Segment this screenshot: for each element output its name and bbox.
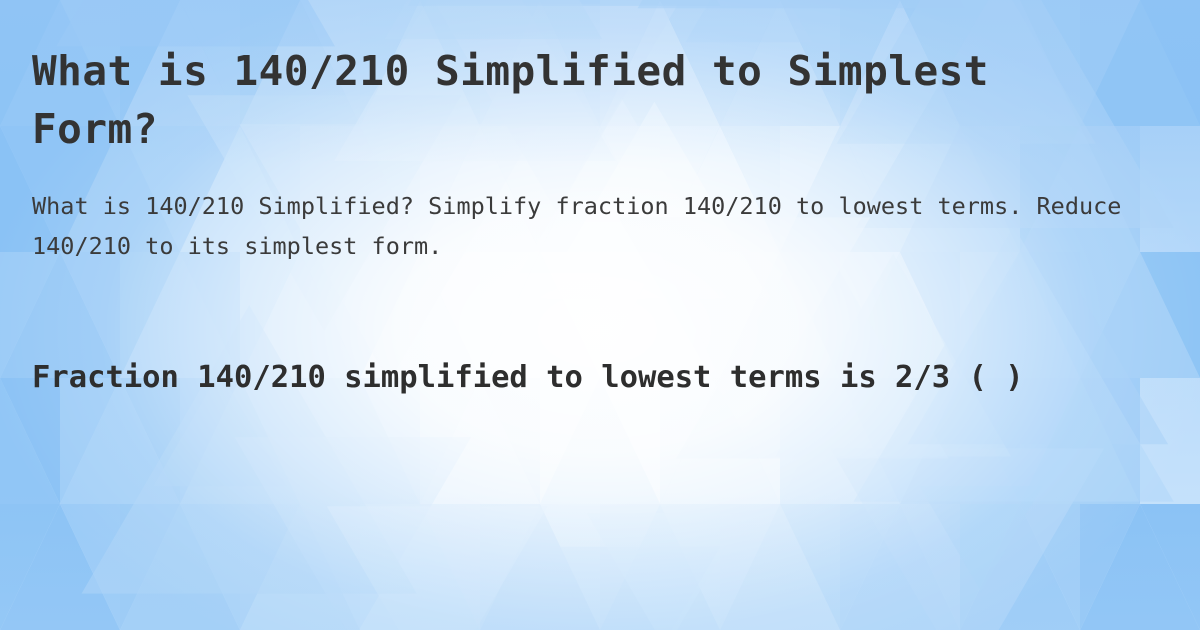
answer-text: Fraction 140/210 simplified to lowest te… (32, 360, 1024, 395)
page-description: What is 140/210 Simplified? Simplify fra… (32, 192, 1136, 260)
page-title: What is 140/210 Simplified to Simplest F… (32, 47, 1015, 153)
share-card: What is 140/210 Simplified to Simplest F… (0, 0, 1200, 630)
footer: 14/26 7/13 Fraction Simplifier Calculato… (0, 540, 1200, 630)
